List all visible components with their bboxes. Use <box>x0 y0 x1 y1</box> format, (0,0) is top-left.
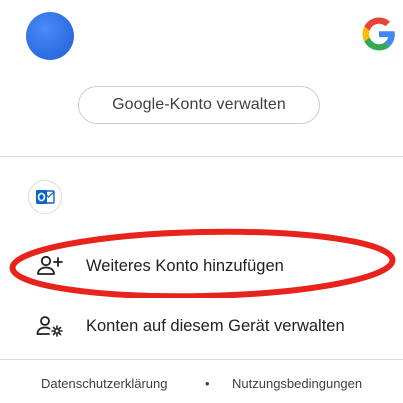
privacy-policy-link[interactable]: Datenschutzerklärung <box>41 376 167 391</box>
divider <box>0 156 403 157</box>
terms-of-service-link[interactable]: Nutzungsbedingungen <box>232 376 362 391</box>
divider <box>0 359 403 360</box>
manage-google-account-label: Google-Konto verwalten <box>112 96 286 113</box>
add-account-menu-item[interactable]: Weiteres Konto hinzufügen <box>0 242 403 290</box>
google-g-logo-icon <box>362 17 395 51</box>
outlook-account-avatar <box>28 180 62 214</box>
manage-google-account-button[interactable]: Google-Konto verwalten <box>78 86 320 124</box>
footer-separator: • <box>205 376 210 391</box>
add-account-label: Weiteres Konto hinzufügen <box>86 256 284 275</box>
account-switcher-panel: Google-Konto verwalten Weiteres Konto hi… <box>0 0 403 403</box>
secondary-account-info-redacted <box>78 172 323 220</box>
outlook-icon <box>36 190 55 204</box>
secondary-account-row[interactable] <box>0 170 403 222</box>
person-add-icon <box>37 255 63 275</box>
footer: Datenschutzerklärung • Nutzungsbedingung… <box>0 376 403 398</box>
manage-device-accounts-label: Konten auf diesem Gerät verwalten <box>86 316 345 335</box>
account-info-redacted <box>80 8 310 64</box>
account-avatar[interactable] <box>26 12 74 60</box>
person-settings-icon <box>36 316 63 337</box>
manage-device-accounts-menu-item[interactable]: Konten auf diesem Gerät verwalten <box>0 302 403 350</box>
